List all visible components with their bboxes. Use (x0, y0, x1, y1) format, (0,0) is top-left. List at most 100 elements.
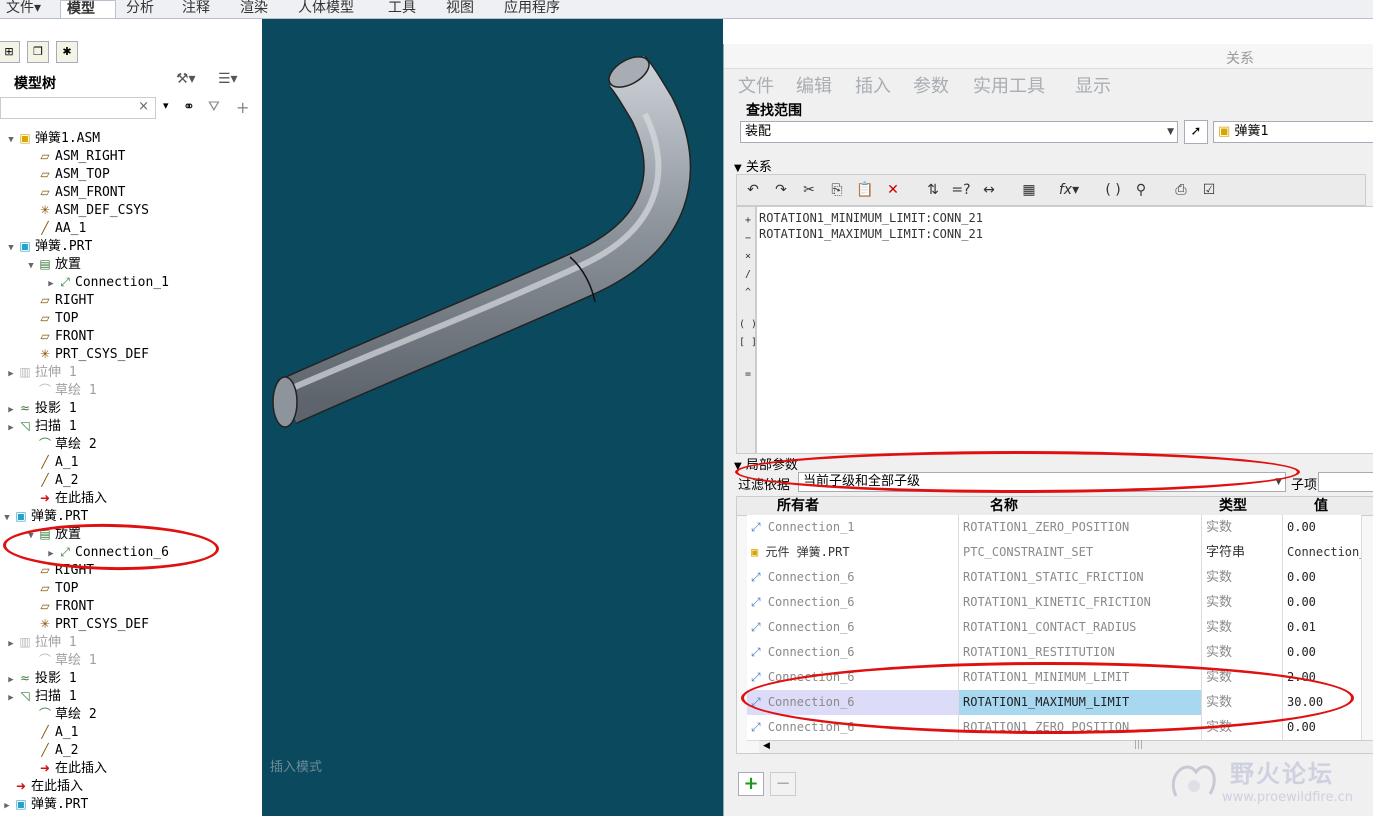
tree-item[interactable]: ▱ ASM_RIGHT (24, 147, 125, 165)
column-type[interactable]: 类型 (1219, 497, 1247, 515)
name-cell[interactable]: PTC_CONSTRAINT_SET (959, 540, 1202, 565)
multiply-operator-button[interactable]: × (738, 249, 758, 265)
tab-analysis[interactable]: 分析 (120, 0, 172, 18)
scroll-left-icon[interactable]: ◀ (763, 741, 770, 751)
name-cell[interactable]: ROTATION1_MAXIMUM_LIMIT (959, 690, 1202, 715)
parentheses-button[interactable]: ( ) (738, 317, 758, 333)
tree-item[interactable]: ▱ ASM_FRONT (24, 183, 125, 201)
value-cell[interactable]: 2.00 (1283, 665, 1362, 690)
tree-item[interactable]: ▼ ▣ 弹簧.PRT (0, 507, 88, 525)
tree-item[interactable]: ✳ PRT_CSYS_DEF (24, 345, 149, 363)
tab-manikin[interactable]: 人体模型 (292, 0, 376, 18)
cut-icon[interactable]: ✂ (797, 178, 821, 202)
tab-file[interactable]: 文件▾ (0, 0, 50, 18)
search-dropdown-icon[interactable]: ▾ (163, 99, 169, 112)
relations-section-title[interactable]: ▼ 关系 (734, 156, 772, 175)
divide-operator-button[interactable]: / (738, 267, 758, 283)
chevron-right-icon[interactable]: ▶ (0, 797, 14, 815)
menu-edit[interactable]: 编辑 (796, 72, 832, 98)
owner-cell[interactable]: ▣ 元件 弹簧.PRT (747, 540, 959, 565)
column-name[interactable]: 名称 (990, 497, 1018, 515)
owner-cell[interactable]: ⤢ Connection_6 (747, 690, 959, 715)
table-row[interactable]: ⤢ Connection_1 ROTATION1_ZERO_POSITION 实数 0… (747, 515, 1362, 541)
favorites-tab-icon[interactable]: ✱ (56, 41, 78, 63)
tree-item[interactable]: ➜ 在此插入 (24, 489, 107, 507)
table-row[interactable]: ⤢ Connection_6 ROTATION1_CONTACT_RADIUS 实数… (747, 615, 1362, 641)
tree-search-input[interactable]: × (0, 97, 156, 119)
menu-utilities[interactable]: 实用工具 (973, 72, 1045, 98)
lookup-model-field[interactable]: ▣ 弹簧1 (1213, 121, 1373, 143)
tree-item[interactable]: ▶ ⤢ Connection_6 (44, 543, 169, 561)
tree-item[interactable]: ▼ ▣ 弹簧1.ASM (4, 129, 100, 147)
undo-icon[interactable]: ↶ (741, 178, 765, 202)
owner-cell[interactable]: ⤢ Connection_6 (747, 665, 959, 690)
dimension-icon[interactable]: ↔ (977, 178, 1001, 202)
type-cell[interactable]: 实数 (1202, 615, 1283, 640)
chevron-down-icon[interactable]: ▼ (24, 257, 38, 275)
menu-insert[interactable]: 插入 (855, 72, 891, 98)
name-cell[interactable]: ROTATION1_STATIC_FRICTION (959, 565, 1202, 590)
tree-item[interactable]: ➜ 在此插入 (0, 777, 83, 795)
tab-render[interactable]: 渲染 (234, 0, 286, 18)
function-icon[interactable]: fx▾ (1057, 178, 1081, 202)
name-cell[interactable]: ROTATION1_MINIMUM_LIMIT (959, 665, 1202, 690)
tab-annotate[interactable]: 注释 (176, 0, 228, 18)
tab-applications[interactable]: 应用程序 (498, 0, 582, 18)
tree-item[interactable]: ▼ ▤ 放置 (24, 525, 81, 543)
remove-parameter-button[interactable]: − (770, 772, 796, 796)
tree-item[interactable]: ╱ A_2 (24, 471, 78, 489)
subitem-select[interactable] (1318, 472, 1373, 492)
owner-cell[interactable]: ⤢ Connection_6 (747, 565, 959, 590)
name-cell[interactable]: ROTATION1_CONTACT_RADIUS (959, 615, 1202, 640)
tree-item[interactable]: ▱ TOP (24, 579, 78, 597)
tree-item[interactable]: ⌒ 草绘 1 (24, 381, 97, 399)
value-cell[interactable]: 30.00 (1283, 690, 1362, 715)
owner-cell[interactable]: ⤢ Connection_1 (747, 515, 959, 540)
folder-tab-icon[interactable]: ❐ (27, 41, 49, 63)
tree-item[interactable]: ▶ ≈ 投影 1 (4, 669, 76, 687)
parameter-icon[interactable]: ( ) (1101, 178, 1125, 202)
table-row[interactable]: ⤢ Connection_6 ROTATION1_STATIC_FRICTION 实… (747, 565, 1362, 591)
tree-item[interactable]: ╱ A_2 (24, 741, 78, 759)
delete-icon[interactable]: ✕ (881, 178, 905, 202)
tree-item[interactable]: ▱ FRONT (24, 597, 94, 615)
chevron-right-icon[interactable]: ▶ (4, 689, 18, 707)
name-cell[interactable]: ROTATION1_RESTITUTION (959, 640, 1202, 665)
tree-item[interactable]: ▱ TOP (24, 309, 78, 327)
tree-item[interactable]: ▱ RIGHT (24, 561, 94, 579)
settings-icon[interactable]: ⚒▾ (176, 71, 196, 87)
value-cell[interactable]: 0.00 (1283, 515, 1362, 540)
minus-operator-button[interactable]: − (738, 231, 758, 247)
menu-file[interactable]: 文件 (738, 72, 774, 98)
paste-icon[interactable]: 📋 (853, 178, 877, 202)
lookup-icon[interactable]: ⚲ (1129, 178, 1153, 202)
spring-model[interactable] (262, 19, 723, 816)
add-parameter-button[interactable]: + (738, 772, 764, 796)
menu-display[interactable]: 显示 (1075, 72, 1111, 98)
plus-operator-button[interactable]: + (738, 213, 758, 229)
scroll-grip-icon[interactable]: ||| (1134, 740, 1143, 750)
chevron-right-icon[interactable]: ▶ (4, 419, 18, 437)
tree-item[interactable]: ▶ ◹ 扫描 1 (4, 417, 76, 437)
table-row[interactable]: ⤢ Connection_6 ROTATION1_RESTITUTION 实数 0.0… (747, 640, 1362, 666)
menu-parameters[interactable]: 参数 (913, 72, 949, 98)
filter-select[interactable]: 当前子级和全部子级 ▼ (798, 472, 1286, 492)
tree-item[interactable]: ▼ ▣ 弹簧.PRT (4, 237, 92, 255)
type-cell[interactable]: 实数 (1202, 565, 1283, 590)
tree-item[interactable]: ⌒ 草绘 2 (24, 705, 97, 723)
tree-item[interactable]: ▼ ▤ 放置 (24, 255, 81, 273)
graphics-viewport[interactable]: 插入模式 (262, 19, 723, 816)
value-cell[interactable]: 0.00 (1283, 565, 1362, 590)
tree-item[interactable]: ✳ ASM_DEF_CSYS (24, 201, 149, 219)
lookup-select[interactable]: 装配 ▼ (740, 121, 1178, 143)
tree-item[interactable]: ▶ ◹ 扫描 1 (4, 687, 76, 707)
chevron-right-icon[interactable]: ▶ (4, 365, 18, 383)
tree-item[interactable]: ✳ PRT_CSYS_DEF (24, 615, 149, 633)
name-cell[interactable]: ROTATION1_ZERO_POSITION (959, 715, 1202, 740)
relations-editor[interactable]: ROTATION1_MINIMUM_LIMIT:CONN_21 ROTATION… (756, 206, 1373, 454)
tree-item[interactable]: ╱ AA_1 (24, 219, 86, 237)
value-cell[interactable]: 0.00 (1283, 715, 1362, 740)
tree-item[interactable]: ╱ A_1 (24, 453, 78, 471)
tree-item[interactable]: ⌒ 草绘 1 (24, 651, 97, 669)
table-row[interactable]: ▣ 元件 弹簧.PRT PTC_CONSTRAINT_SET 字符串 Connecti… (747, 540, 1362, 566)
